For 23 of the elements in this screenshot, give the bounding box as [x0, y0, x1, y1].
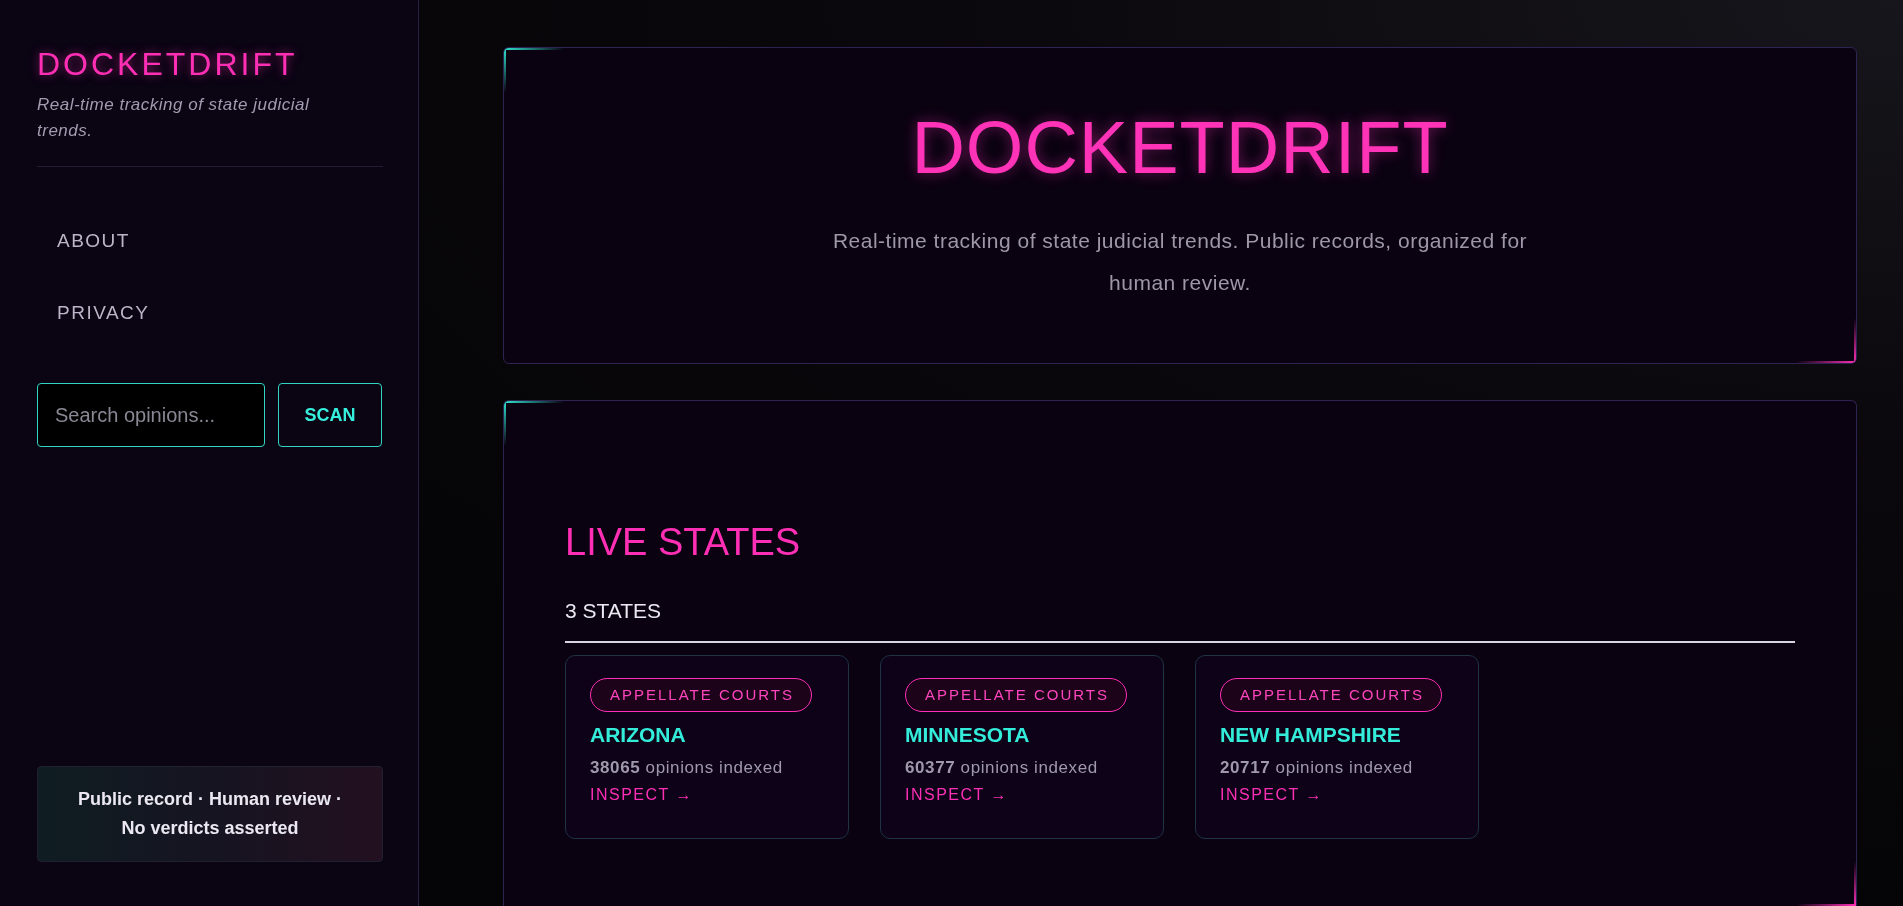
court-badge: APPELLATE COURTS	[1220, 678, 1442, 712]
inspect-link[interactable]: INSPECT →	[590, 783, 693, 807]
hero-title: DOCKETDRIFT	[911, 106, 1449, 190]
state-count: 3 STATES	[565, 598, 663, 624]
nav-link[interactable]: ABOUT	[37, 223, 130, 259]
scan-button[interactable]: SCAN	[278, 383, 382, 447]
court-badge: APPELLATE COURTS	[590, 678, 812, 712]
state-name: ARIZONA	[590, 722, 686, 748]
brand-tagline: Real-time tracking of state judicial trends.	[37, 94, 311, 142]
state-name: NEW HAMPSHIRE	[1220, 722, 1401, 748]
brand-title: DOCKETDRIFT	[37, 45, 299, 84]
opinion-count: 38065 opinions indexed	[590, 757, 783, 779]
disclaimer-banner: Public record · Human review · No verdicts asserted	[37, 766, 383, 862]
opinion-count: 20717 opinions indexed	[1220, 757, 1413, 779]
inspect-link[interactable]: INSPECT →	[905, 783, 1008, 807]
hero-subtitle: Real-time tracking of state judicial trends. Public records, organized for human review.	[831, 228, 1529, 296]
nav-link[interactable]: PRIVACY	[37, 295, 150, 331]
court-badge: APPELLATE COURTS	[905, 678, 1127, 712]
opinion-count: 60377 opinions indexed	[905, 757, 1098, 779]
state-name: MINNESOTA	[905, 722, 1030, 748]
section-heading: LIVE STATES	[565, 520, 802, 565]
inspect-link[interactable]: INSPECT →	[1220, 783, 1323, 807]
search-field[interactable]: Search opinions...	[37, 383, 265, 447]
